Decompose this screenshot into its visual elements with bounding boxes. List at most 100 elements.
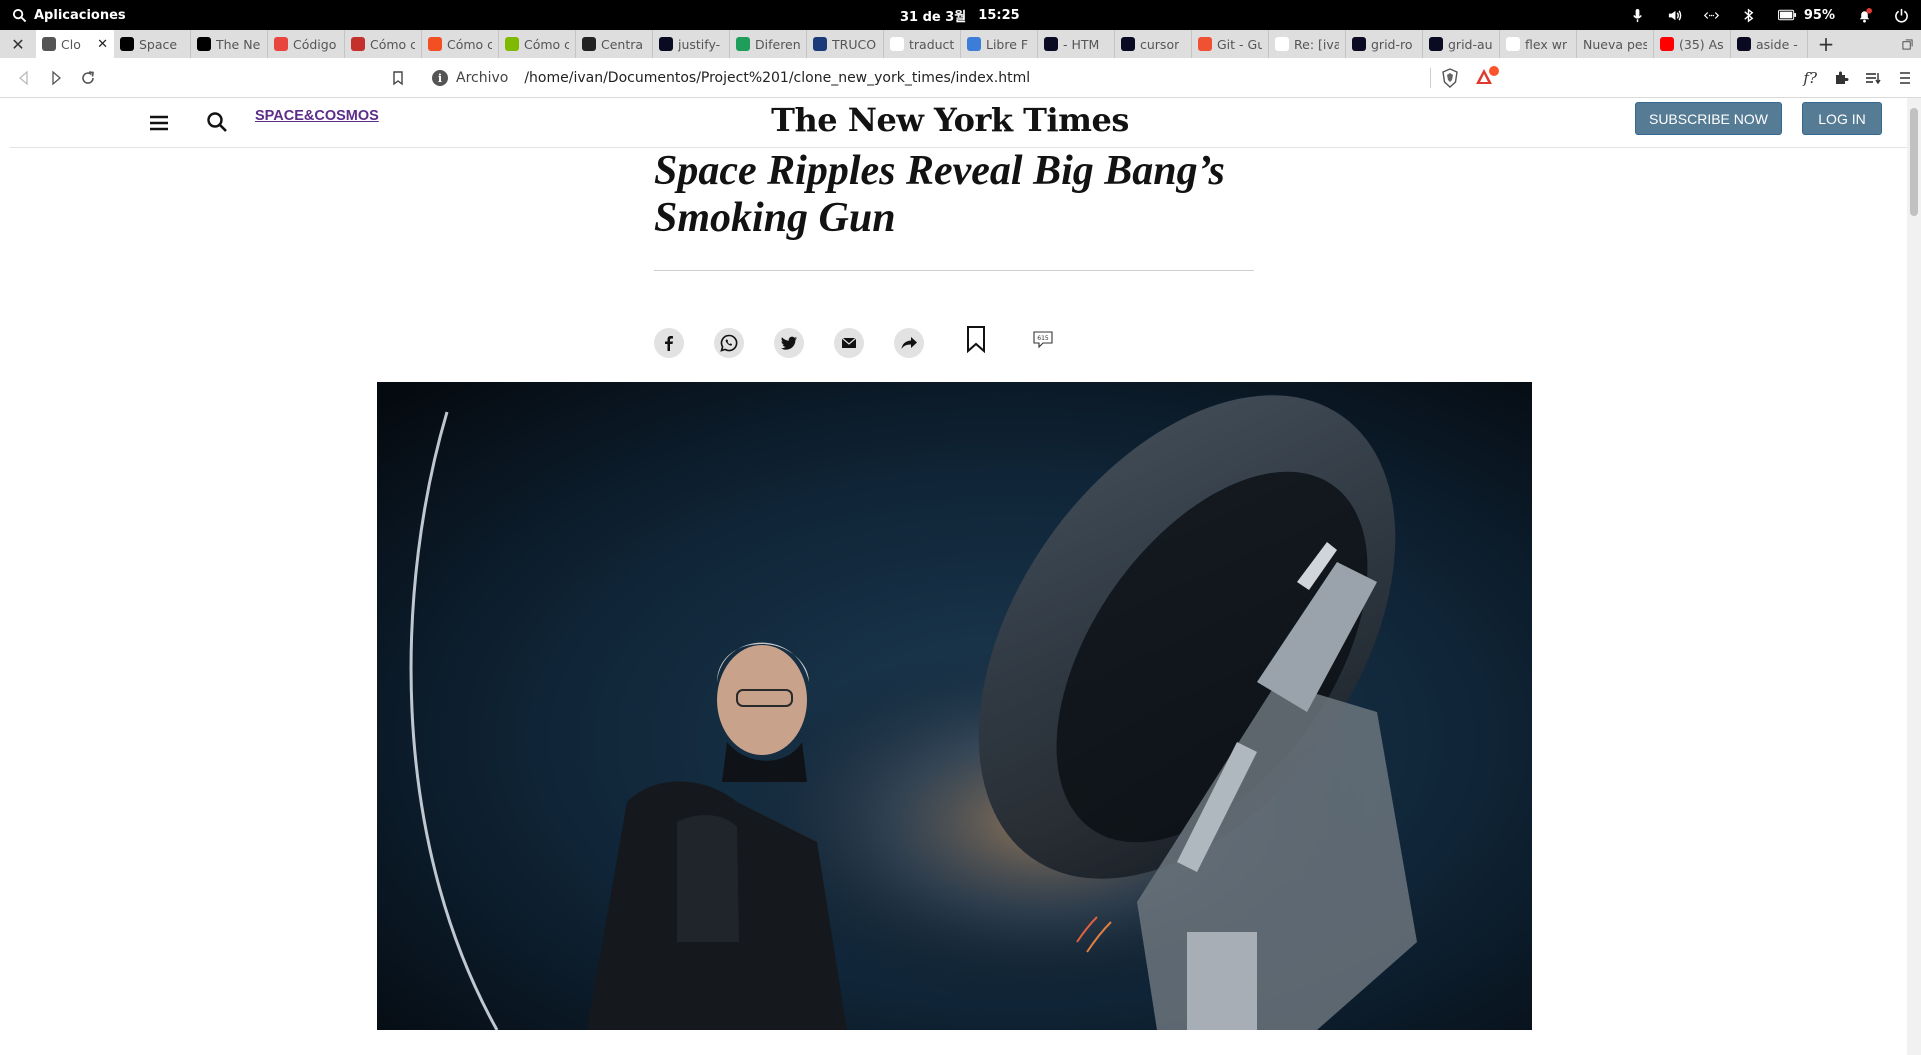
font-finder-button[interactable]: f? xyxy=(1803,69,1817,87)
site-header: SPACE&COSMOS The New York Times SUBSCRIB… xyxy=(10,98,1907,148)
battery-indicator[interactable]: 95% xyxy=(1777,8,1835,23)
system-tray: 95% xyxy=(1630,0,1909,30)
reload-button[interactable] xyxy=(72,62,104,94)
section-link[interactable]: SPACE&COSMOS xyxy=(255,108,379,124)
email-share-button[interactable] xyxy=(834,328,864,358)
tab-search-icon[interactable] xyxy=(1902,30,1913,58)
divider xyxy=(654,270,1254,271)
fcc-icon xyxy=(1352,37,1366,51)
new-tab-button[interactable]: + xyxy=(1808,30,1844,58)
toolbar-right: f? xyxy=(1803,58,1913,98)
puzzle-icon xyxy=(967,37,981,51)
comments-count: 615 xyxy=(1037,335,1049,342)
tab-list: Clo ✕ Space The Ne Código Cómo c Cómo c Cómo c C… xyxy=(36,30,1808,58)
quora-icon xyxy=(351,37,365,51)
browser-tab[interactable]: Centra xyxy=(576,30,653,58)
glasses-icon xyxy=(582,37,596,51)
tab-label: flex wr xyxy=(1525,36,1568,52)
browser-tab[interactable]: justify- xyxy=(653,30,730,58)
browser-tab[interactable]: Space xyxy=(114,30,191,58)
browser-tab[interactable]: (35) As xyxy=(1654,30,1731,58)
network-icon[interactable] xyxy=(1703,8,1719,23)
share-arrow-icon xyxy=(901,337,917,349)
applications-menu[interactable]: Aplicaciones xyxy=(0,8,126,23)
forward-button[interactable] xyxy=(40,62,72,94)
applications-label: Aplicaciones xyxy=(34,7,126,23)
fcc-icon xyxy=(1044,37,1058,51)
subscribe-button[interactable]: SUBSCRIBE NOW xyxy=(1635,102,1782,135)
browser-tab[interactable]: TRUCO xyxy=(807,30,884,58)
reading-list-icon[interactable] xyxy=(1865,70,1881,86)
search-icon[interactable] xyxy=(205,110,229,134)
tab-label: Clo xyxy=(61,36,81,52)
browser-tab[interactable]: grid-ro xyxy=(1346,30,1423,58)
microsoft-icon xyxy=(505,37,519,51)
divider xyxy=(1430,68,1431,88)
record-icon xyxy=(274,37,288,51)
browser-tab[interactable]: grid-au xyxy=(1423,30,1500,58)
tab-label: Centra xyxy=(601,36,644,52)
more-share-button[interactable] xyxy=(894,328,924,358)
tab-strip: ✕ Clo ✕ Space The Ne Código Cómo c Cómo c Cómo … xyxy=(0,30,1921,58)
browser-tab[interactable]: Cómo c xyxy=(422,30,499,58)
masthead-logo[interactable]: The New York Times xyxy=(771,98,1129,142)
tab-label: The Ne xyxy=(216,36,261,52)
browser-tab[interactable]: - HTM xyxy=(1038,30,1115,58)
globe-icon xyxy=(42,37,56,51)
search-icon xyxy=(12,8,27,22)
browser-tab[interactable]: Cómo c xyxy=(345,30,422,58)
browser-tab[interactable]: Libre F xyxy=(961,30,1038,58)
bookmark-icon[interactable] xyxy=(390,70,406,86)
browser-tab[interactable]: traduct xyxy=(884,30,961,58)
browser-tab[interactable]: flex wr xyxy=(1500,30,1577,58)
notifications-icon[interactable] xyxy=(1857,7,1872,23)
brave-rewards-icon[interactable] xyxy=(1474,66,1500,88)
browser-tab[interactable]: Diferen xyxy=(730,30,807,58)
browser-tab[interactable]: Clo ✕ xyxy=(36,30,114,58)
browser-toolbar: i Archivo /home/ivan/Documentos/Project%… xyxy=(0,58,1921,98)
browser-tab[interactable]: aside - xyxy=(1731,30,1808,58)
tab-label: Diferen xyxy=(755,36,800,52)
site-info-icon[interactable]: i xyxy=(432,70,448,86)
login-button[interactable]: LOG IN xyxy=(1802,102,1882,135)
twitter-icon xyxy=(781,336,797,350)
url-text[interactable]: /home/ivan/Documentos/Project%201/clone_… xyxy=(524,70,1030,86)
close-window-icon[interactable]: ✕ xyxy=(0,30,36,58)
clock[interactable]: 31 de 3월 15:25 xyxy=(900,0,1020,30)
browser-tab[interactable]: Git - Gu xyxy=(1192,30,1269,58)
tab-label: Re: [iva xyxy=(1294,36,1339,52)
browser-tab[interactable]: Re: [iva xyxy=(1269,30,1346,58)
browser-tab[interactable]: The Ne xyxy=(191,30,268,58)
volume-icon[interactable] xyxy=(1667,8,1682,23)
back-button[interactable] xyxy=(8,62,40,94)
comments-icon[interactable]: 615 xyxy=(1032,330,1054,350)
whatsapp-icon xyxy=(720,334,738,352)
fcc-icon xyxy=(659,37,673,51)
microphone-icon[interactable] xyxy=(1630,8,1645,23)
twitter-share-button[interactable] xyxy=(774,328,804,358)
fcc-icon xyxy=(1121,37,1135,51)
hamburger-menu-icon[interactable] xyxy=(147,111,171,135)
save-bookmark-icon[interactable] xyxy=(964,324,988,354)
tab-label: Cómo c xyxy=(524,36,569,52)
microsoft-icon xyxy=(428,37,442,51)
bluetooth-icon[interactable] xyxy=(1741,7,1756,23)
close-tab-icon[interactable]: ✕ xyxy=(97,37,108,52)
brave-shield-icon[interactable] xyxy=(1440,68,1460,88)
tab-label: (35) As xyxy=(1679,36,1724,52)
browser-tab[interactable]: Cómo c xyxy=(499,30,576,58)
address-bar[interactable]: i Archivo /home/ivan/Documentos/Project%… xyxy=(426,63,1431,93)
tab-label: traduct xyxy=(909,36,954,52)
whatsapp-share-button[interactable] xyxy=(714,328,744,358)
tab-label: Libre F xyxy=(986,36,1029,52)
page-scrollbar[interactable] xyxy=(1907,98,1921,1055)
extensions-icon[interactable] xyxy=(1833,70,1849,86)
browser-tab[interactable]: Código xyxy=(268,30,345,58)
time-label: 15:25 xyxy=(978,7,1020,23)
facebook-share-button[interactable] xyxy=(654,328,684,358)
browser-tab[interactable]: cursor xyxy=(1115,30,1192,58)
power-icon[interactable] xyxy=(1894,8,1909,23)
browser-tab[interactable]: Nueva pest xyxy=(1577,30,1654,58)
menu-icon[interactable] xyxy=(1897,70,1913,86)
scrollbar-thumb[interactable] xyxy=(1910,108,1918,216)
